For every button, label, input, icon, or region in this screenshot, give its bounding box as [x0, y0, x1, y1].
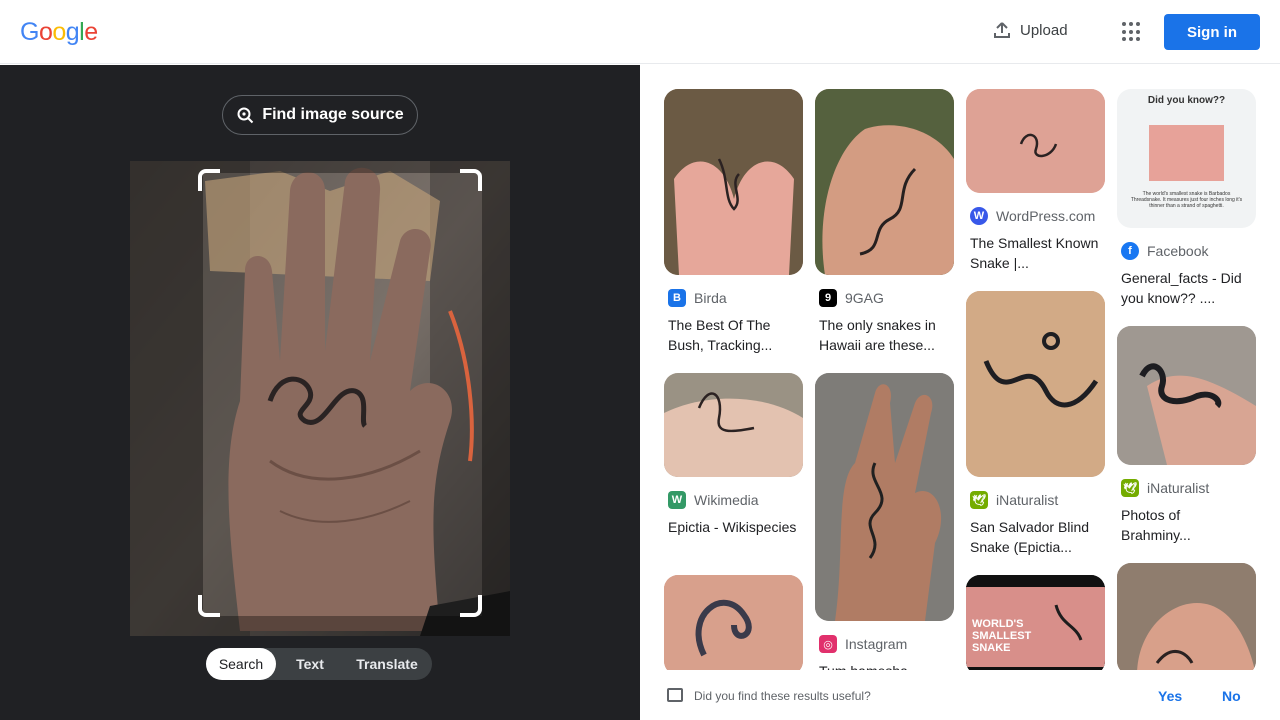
result-thumbnail[interactable] [1117, 326, 1256, 465]
feedback-bar: Did you find these results useful? Yes N… [640, 670, 1280, 720]
result-card[interactable]: 🕊 iNaturalist San Salvador Blind Snake (E… [966, 291, 1106, 557]
result-source: iNaturalist [996, 492, 1059, 508]
result-card[interactable]: Did you know?? The world's smallest snak… [1117, 89, 1257, 308]
result-card[interactable]: ◎ Instagram Tum hamesha [815, 373, 955, 670]
result-source: 9GAG [845, 290, 884, 306]
crop-mask [130, 161, 203, 636]
apps-grid-icon[interactable] [1122, 22, 1142, 42]
thumb-text: The world's smallest snake is Barbados T… [1130, 191, 1243, 209]
google-logo[interactable]: Google [20, 18, 98, 47]
query-photo [130, 161, 510, 636]
svg-text:SMALLEST: SMALLEST [972, 630, 1032, 642]
upload-icon [994, 22, 1010, 38]
result-thumbnail[interactable] [664, 373, 803, 477]
upload-label: Upload [1020, 21, 1068, 39]
result-thumbnail[interactable] [815, 373, 954, 621]
result-card[interactable]: 9 9GAG The only snakes in Hawaii are thes… [815, 89, 955, 355]
result-title[interactable]: The Smallest Known Snake |... [966, 233, 1102, 273]
result-thumbnail[interactable] [1117, 563, 1256, 670]
result-title[interactable]: General_facts - Did you know?? .... [1117, 268, 1253, 308]
lens-search-icon [237, 107, 254, 124]
svg-text:WORLD'S: WORLD'S [972, 618, 1024, 630]
logo-letter: o [38, 18, 53, 46]
svg-text:SNAKE: SNAKE [972, 642, 1011, 654]
logo-letter: G [20, 18, 39, 46]
feedback-yes-button[interactable]: Yes [1158, 688, 1182, 704]
find-image-source-label: Find image source [262, 106, 404, 123]
result-thumbnail[interactable] [815, 89, 954, 275]
logo-letter: g [65, 18, 80, 46]
inaturalist-icon: 🕊 [970, 491, 988, 509]
wordpress-icon: W [970, 207, 988, 225]
logo-letter: e [84, 18, 98, 46]
result-card[interactable]: 🕊 iNaturalist Photos of Brahminy... [1117, 326, 1257, 545]
facebook-icon: f [1121, 242, 1139, 260]
result-card[interactable]: WORLD'S SMALLEST SNAKE [966, 575, 1106, 670]
sign-in-button[interactable]: Sign in [1164, 14, 1260, 50]
crop-mask [482, 161, 510, 636]
feedback-no-button[interactable]: No [1222, 688, 1241, 704]
visual-matches: B Birda The Best Of The Bush, Tracking...… [640, 65, 1280, 670]
result-title[interactable]: San Salvador Blind Snake (Epictia... [966, 517, 1102, 557]
find-image-source-button[interactable]: Find image source [222, 95, 418, 135]
mode-translate-tab[interactable]: Translate [344, 648, 430, 680]
mode-text-tab[interactable]: Text [276, 648, 344, 680]
result-title[interactable]: The Best Of The Bush, Tracking... [664, 315, 800, 355]
feedback-icon [667, 688, 683, 702]
result-title[interactable]: The only snakes in Hawaii are these... [815, 315, 951, 355]
result-title[interactable]: Epictia - Wikispecies [664, 517, 800, 537]
instagram-icon: ◎ [819, 635, 837, 653]
result-thumbnail[interactable] [664, 575, 803, 670]
crop-handle-top-left[interactable] [198, 169, 220, 191]
result-source: Wikimedia [694, 492, 759, 508]
thumb-caption: Did you know?? [1147, 95, 1226, 106]
result-card[interactable]: W Wikimedia Epictia - Wikispecies [664, 373, 804, 537]
result-card[interactable]: W WordPress.com The Smallest Known Snake … [966, 89, 1106, 273]
result-source: Facebook [1147, 243, 1209, 259]
crop-handle-bottom-right[interactable] [460, 595, 482, 617]
9gag-icon: 9 [819, 289, 837, 307]
result-thumbnail[interactable] [966, 89, 1105, 193]
result-source: Birda [694, 290, 727, 306]
result-title[interactable]: Photos of Brahminy... [1117, 505, 1253, 545]
result-thumbnail[interactable] [664, 89, 803, 275]
crop-mask [203, 161, 482, 173]
birda-icon: B [668, 289, 686, 307]
crop-mask [203, 616, 482, 636]
logo-letter: o [52, 18, 66, 46]
result-source: Instagram [845, 636, 908, 652]
query-image-panel: Find image source Search Text Translate [0, 65, 640, 720]
header: Google Upload Sign in [0, 0, 1280, 64]
crop-handle-top-right[interactable] [460, 169, 482, 191]
wikimedia-icon: W [668, 491, 686, 509]
result-card[interactable] [1117, 563, 1257, 670]
result-title[interactable]: Tum hamesha [815, 661, 951, 670]
result-card[interactable] [664, 575, 804, 670]
result-thumbnail[interactable]: Did you know?? The world's smallest snak… [1117, 89, 1256, 228]
result-thumbnail[interactable]: WORLD'S SMALLEST SNAKE [966, 575, 1105, 670]
result-source: WordPress.com [996, 208, 1096, 224]
result-card[interactable]: B Birda The Best Of The Bush, Tracking... [664, 89, 804, 355]
result-source: iNaturalist [1147, 480, 1210, 496]
upload-button[interactable]: Upload [992, 20, 1068, 40]
mode-switcher: Search Text Translate [206, 648, 432, 680]
feedback-question: Did you find these results useful? [694, 689, 871, 703]
crop-handle-bottom-left[interactable] [198, 595, 220, 617]
inaturalist-icon: 🕊 [1121, 479, 1139, 497]
result-thumbnail[interactable] [966, 291, 1105, 477]
mode-search-tab[interactable]: Search [206, 648, 276, 680]
